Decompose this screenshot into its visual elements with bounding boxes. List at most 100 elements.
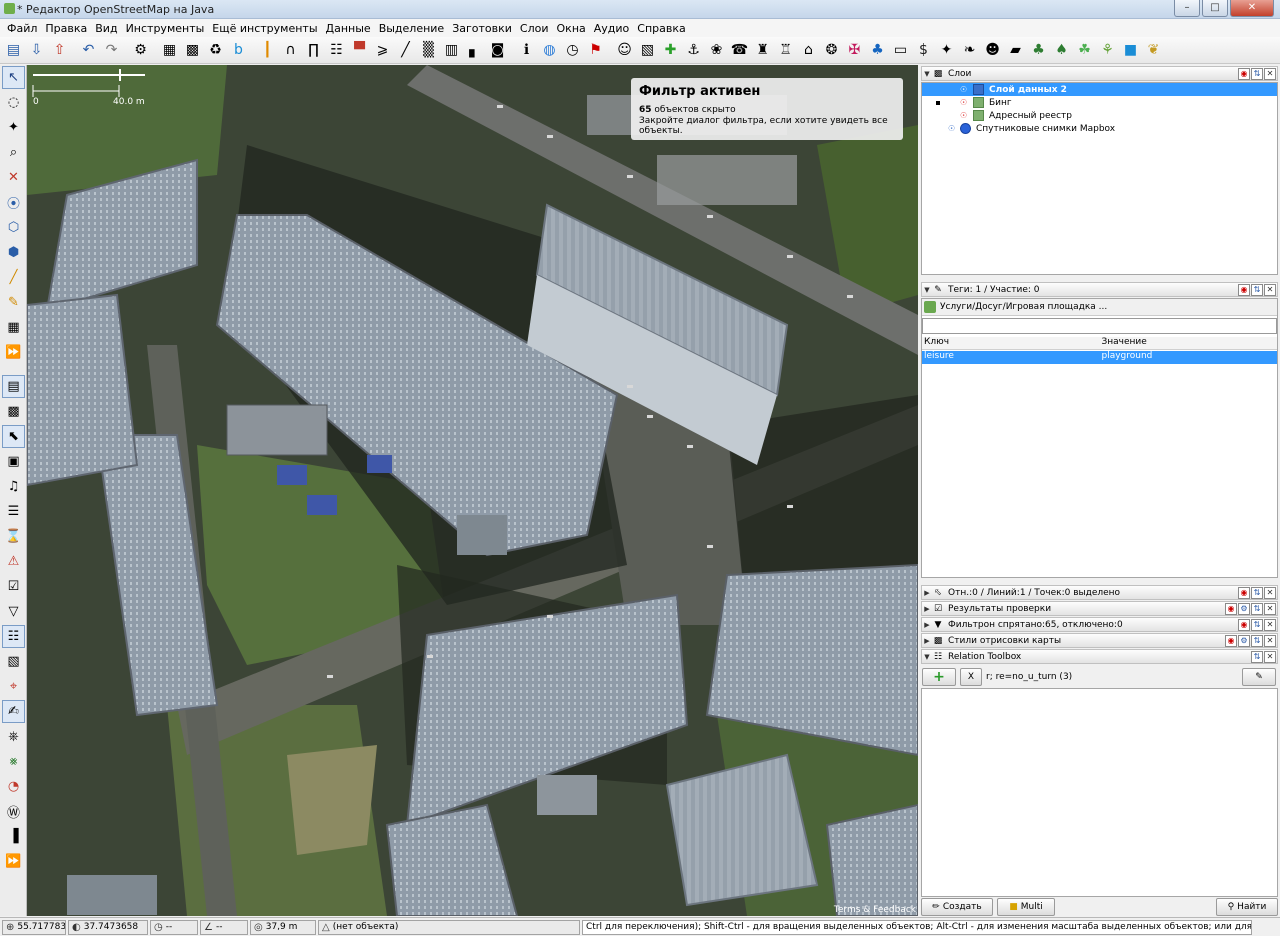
close-button[interactable]: ✕ (1230, 0, 1274, 17)
audio-icon[interactable]: ♫ (2, 475, 25, 498)
railway-icon[interactable]: ⩾ (372, 40, 393, 61)
bag-icon[interactable]: ▰ (1005, 40, 1026, 61)
menu-tools[interactable]: Инструменты (122, 22, 209, 35)
panel-close-x-icon[interactable]: ◉ (1225, 634, 1237, 647)
tag-filter-input[interactable] (922, 318, 1277, 334)
menu-file[interactable]: Файл (3, 22, 41, 35)
eye-icon[interactable]: ☉ (960, 98, 967, 107)
menu-more-tools[interactable]: Ещё инструменты (208, 22, 321, 35)
pin-icon[interactable]: ⌖ (2, 675, 25, 698)
menu-edit[interactable]: Правка (41, 22, 91, 35)
menu-view[interactable]: Вид (91, 22, 121, 35)
theater-icon[interactable]: ☺ (614, 40, 635, 61)
tag-icon[interactable]: ⎈ (2, 725, 25, 748)
edit-icon[interactable]: ✍ (2, 700, 25, 723)
panel-close-x-icon[interactable]: ◉ (1238, 618, 1250, 631)
cart-icon[interactable]: ✠ (844, 40, 865, 61)
panel-close-icon[interactable]: ✕ (1264, 602, 1276, 615)
relation-toolbox-header[interactable]: ▼ ☷ Relation Toolbox ⇅ ✕ (921, 649, 1278, 664)
tv-icon[interactable]: ▭ (890, 40, 911, 61)
notes-icon[interactable]: ☰ (2, 500, 25, 523)
minimize-button[interactable]: – (1174, 0, 1200, 17)
fork-knife-icon[interactable]: ❂ (821, 40, 842, 61)
panel-settings-icon[interactable]: ⚙ (1238, 634, 1250, 647)
map-view[interactable]: 0 40.0 m Фильтр активен 65 объектов скры… (27, 65, 918, 916)
panel-close-icon[interactable]: ✕ (1264, 283, 1276, 296)
remove-relation-button[interactable]: X (960, 668, 982, 686)
plus-green-icon[interactable]: ✚ (660, 40, 681, 61)
collapse-arrow-icon[interactable]: ▼ (922, 286, 932, 294)
panel-close-icon[interactable]: ✕ (1264, 618, 1276, 631)
panel-close-x-icon[interactable]: ◉ (1225, 602, 1237, 615)
play2-icon[interactable]: ⏩ (2, 850, 25, 873)
house-icon[interactable]: ⌂ (798, 40, 819, 61)
menu-presets[interactable]: Заготовки (448, 22, 516, 35)
layer-row[interactable]: ☉ Спутниковые снимки Mapbox (922, 122, 1277, 135)
join-node-icon[interactable]: ⬢ (2, 241, 25, 264)
panel-detach-icon[interactable]: ⇅ (1251, 650, 1263, 663)
clock-icon[interactable]: ◷ (562, 40, 583, 61)
multi-button[interactable]: ■ Multi (997, 897, 1055, 916)
menu-layers[interactable]: Слои (516, 22, 553, 35)
column-key[interactable]: Ключ (922, 337, 1100, 349)
tags-panel-header[interactable]: ▼ ✎ Теги: 1 / Участие: 0 ◉ ⇅ ✕ (921, 282, 1278, 297)
filter-panel-header[interactable]: ▶ ▼ Фильтрон спрятано:65, отключено:0 ◉ ⇅… (921, 617, 1278, 632)
area-icon[interactable]: ▥ (441, 40, 462, 61)
picture-icon[interactable]: ▧ (637, 40, 658, 61)
map-paint-icon[interactable]: ▧ (2, 650, 25, 673)
highway-icon[interactable]: ┃ (257, 40, 278, 61)
draw-road-icon[interactable]: ╱ (2, 266, 25, 289)
car-icon[interactable]: ◙ (487, 40, 508, 61)
filter-icon[interactable]: ▽ (2, 600, 25, 623)
delete-tool-icon[interactable]: ✕ (2, 166, 25, 189)
boat-icon[interactable]: ⚓ (683, 40, 704, 61)
zoom-tool-icon[interactable]: ⌕ (2, 141, 25, 164)
meadow-icon[interactable]: ⚘ (1097, 40, 1118, 61)
eye-icon[interactable]: ☉ (960, 111, 967, 120)
combine-way-icon[interactable]: ⦿ (2, 191, 25, 214)
menu-selection[interactable]: Выделение (375, 22, 449, 35)
menu-windows[interactable]: Окна (553, 22, 590, 35)
validation-icon[interactable]: ☑ (2, 575, 25, 598)
expand-arrow-icon[interactable]: ▶ (922, 621, 932, 629)
building-icon[interactable]: ▖ (464, 40, 485, 61)
column-value[interactable]: Значение (1100, 337, 1278, 349)
panel-close-x-icon[interactable]: ◉ (1238, 586, 1250, 599)
traffic-signals-icon[interactable]: ☷ (326, 40, 347, 61)
collapse-arrow-icon[interactable]: ▼ (922, 70, 932, 78)
panel-detach-icon[interactable]: ⇅ (1251, 634, 1263, 647)
wms-icon[interactable]: ▦ (159, 40, 180, 61)
add-relation-button[interactable]: + (922, 668, 956, 686)
lasso-tool-icon[interactable]: ◌ (2, 91, 25, 114)
preferences-icon[interactable]: ⚙ (130, 40, 151, 61)
panel-detach-icon[interactable]: ⇅ (1251, 586, 1263, 599)
relation-icon[interactable]: ☷ (2, 625, 25, 648)
globe-icon[interactable]: ◍ (539, 40, 560, 61)
panel-detach-icon[interactable]: ⇅ (1251, 67, 1263, 80)
expand-arrow-icon[interactable]: ▶ (922, 637, 932, 645)
layers-toggle-icon[interactable]: ▤ (2, 375, 25, 398)
redo-icon[interactable]: ↷ (101, 40, 122, 61)
panel-detach-icon[interactable]: ⇅ (1251, 283, 1263, 296)
draw-tool-icon[interactable]: ✦ (2, 116, 25, 139)
panel-close-x-icon[interactable]: ◉ (1238, 67, 1250, 80)
changeset-icon[interactable]: ▣ (2, 450, 25, 473)
eye-icon[interactable]: ☉ (948, 124, 955, 133)
tree-icon[interactable]: ♣ (1028, 40, 1049, 61)
balloons-icon[interactable]: ❀ (706, 40, 727, 61)
layer-row[interactable]: ☉ Бинг (922, 96, 1277, 109)
validation-panel-header[interactable]: ▶ ☑ Результаты проверки ◉ ⚙ ⇅ ✕ (921, 601, 1278, 616)
undo-icon[interactable]: ↶ (78, 40, 99, 61)
menu-audio[interactable]: Аудио (590, 22, 634, 35)
speedometer-icon[interactable]: ◔ (2, 775, 25, 798)
mapcss-icon[interactable]: ▩ (2, 400, 25, 423)
panel-detach-icon[interactable]: ⇅ (1251, 602, 1263, 615)
panel-close-icon[interactable]: ✕ (1264, 634, 1276, 647)
table-row[interactable]: leisure playground (922, 351, 1277, 364)
maximize-button[interactable]: □ (1202, 0, 1228, 17)
crossing-icon[interactable]: ╱ (395, 40, 416, 61)
pencil-icon[interactable]: ✎ (2, 291, 25, 314)
expand-arrow-icon[interactable]: ▶ (922, 605, 932, 613)
terms-link[interactable]: Terms & Feedback (834, 905, 916, 915)
preset-link[interactable]: Услуги/Досуг/Игровая площадка ... (922, 299, 1277, 316)
